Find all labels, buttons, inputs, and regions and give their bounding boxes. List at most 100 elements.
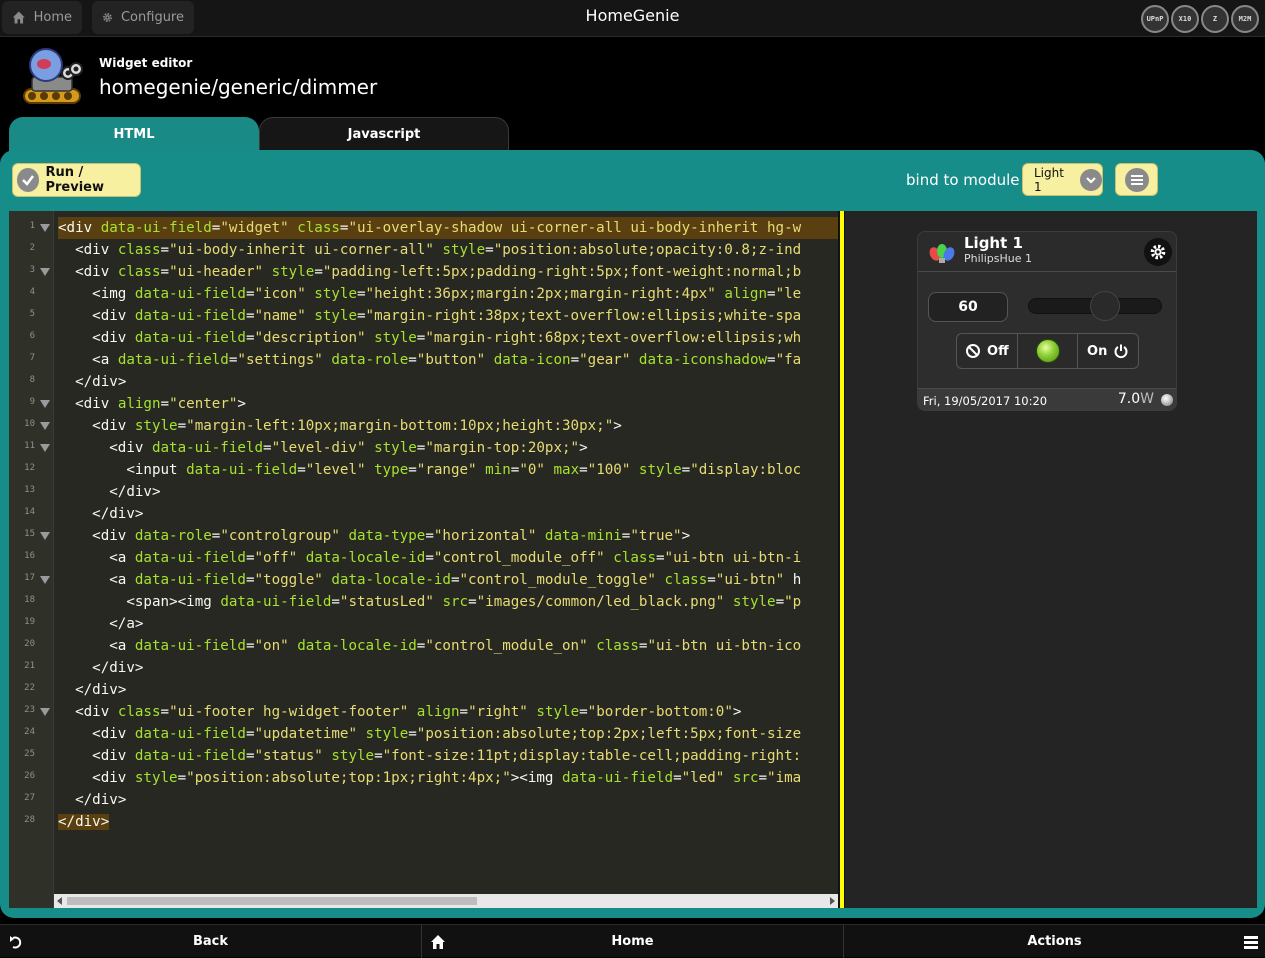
update-time: Fri, 19/05/2017 10:20: [923, 394, 1048, 408]
fold-toggle-icon[interactable]: [40, 268, 50, 276]
code-line[interactable]: <img data-ui-field="icon" style="height:…: [58, 283, 801, 305]
line-number: 1: [29, 221, 35, 231]
code-line[interactable]: <div align="center">: [58, 393, 246, 415]
line-number: 8: [29, 375, 35, 385]
line-number: 10: [24, 419, 35, 429]
on-button[interactable]: On: [1078, 334, 1138, 368]
back-label: Back: [192, 934, 229, 949]
bind-module-select[interactable]: Light 1: [1022, 163, 1103, 196]
off-button[interactable]: Off: [957, 334, 1018, 368]
upnp-logo[interactable]: UPnP: [1141, 5, 1169, 33]
line-number-gutter: 1 2 3 4 5 6 7 8 9 10 11 12 13 14 15 16 17 18 19 20 21 22 23 24 2…: [9, 211, 54, 908]
code-line[interactable]: <div data-ui-field="level-div" style="ma…: [58, 437, 587, 459]
check-icon: [17, 168, 40, 192]
line-number: 21: [24, 661, 35, 671]
line-number: 19: [24, 617, 35, 627]
menu-icon: [1124, 167, 1149, 192]
tab-html[interactable]: HTML: [9, 117, 259, 151]
fold-toggle-icon[interactable]: [40, 576, 50, 584]
tab-javascript[interactable]: Javascript: [259, 117, 509, 151]
scroll-left-icon[interactable]: [57, 897, 62, 905]
code-line[interactable]: </a>: [58, 613, 143, 635]
back-button[interactable]: Back: [0, 925, 422, 958]
code-line[interactable]: <div data-ui-field="widget" class="ui-ov…: [58, 217, 838, 239]
fold-toggle-icon[interactable]: [40, 532, 50, 540]
run-preview-button[interactable]: Run / Preview: [12, 163, 141, 197]
footer-led-icon: [1161, 394, 1173, 406]
line-number: 28: [24, 815, 35, 825]
actions-label: Actions: [1027, 934, 1082, 949]
horizontal-scrollbar[interactable]: [54, 894, 838, 908]
line-number: 3: [29, 265, 35, 275]
fold-toggle-icon[interactable]: [40, 708, 50, 716]
dimmer-widget: Light 1 PhilipsHue 1 60 Off On Fri, 19/0…: [917, 231, 1177, 411]
zwave-logo[interactable]: Z: [1201, 5, 1229, 33]
code-line[interactable]: </div>: [58, 679, 126, 701]
line-number: 2: [29, 243, 35, 253]
code-line[interactable]: <div class="ui-body-inherit ui-corner-al…: [58, 239, 801, 261]
line-number: 12: [24, 463, 35, 473]
m2m-logo[interactable]: M2M: [1231, 5, 1259, 33]
light-bulbs-icon: [929, 244, 955, 263]
code-line[interactable]: <div data-role="controlgroup" data-type=…: [58, 525, 690, 547]
split-handle-bar[interactable]: [840, 211, 844, 908]
split-handle[interactable]: [838, 211, 845, 908]
code-editor[interactable]: 1 2 3 4 5 6 7 8 9 10 11 12 13 14 15 16 17 18 19 20 21 22 23 24 2…: [9, 211, 838, 908]
level-slider-handle[interactable]: [1090, 291, 1121, 321]
code-line[interactable]: <div class="ui-header" style="padding-le…: [58, 261, 801, 283]
widget-settings-button[interactable]: [1144, 238, 1172, 266]
code-line[interactable]: <input data-ui-field="level" type="range…: [58, 459, 801, 481]
code-line[interactable]: <div data-ui-field="updatetime" style="p…: [58, 723, 801, 745]
line-number: 17: [24, 573, 35, 583]
toggle-button[interactable]: [1018, 334, 1079, 368]
line-number: 25: [24, 749, 35, 759]
line-number: 22: [24, 683, 35, 693]
code-line[interactable]: <div class="ui-footer hg-widget-footer" …: [58, 701, 741, 723]
code-line[interactable]: <span><img data-ui-field="statusLed" src…: [58, 591, 801, 613]
bind-module-value: Light 1: [1034, 165, 1064, 194]
fold-toggle-icon[interactable]: [40, 444, 50, 452]
power-status: 7.0W: [1118, 391, 1154, 407]
page-subtitle: Widget editor: [99, 56, 193, 70]
code-line[interactable]: <a data-ui-field="on" data-locale-id="co…: [58, 635, 801, 657]
protocol-logos: UPnP X10 Z M2M: [1141, 5, 1259, 33]
app-title: HomeGenie: [585, 6, 680, 25]
code-line[interactable]: <div style="position:absolute;top:1px;ri…: [58, 767, 801, 789]
code-line[interactable]: <a data-ui-field="toggle" data-locale-id…: [58, 569, 801, 591]
back-arrow-icon: [10, 936, 22, 949]
options-menu-button[interactable]: [1115, 163, 1158, 196]
code-line[interactable]: </div>: [58, 811, 110, 833]
homegenie-robot-logo: [23, 48, 83, 104]
actions-button[interactable]: Actions: [844, 925, 1265, 958]
code-line[interactable]: <a data-ui-field="off" data-locale-id="c…: [58, 547, 801, 569]
code-line[interactable]: <div data-ui-field="status" style="font-…: [58, 745, 801, 767]
code-line[interactable]: </div>: [58, 481, 160, 503]
fold-toggle-icon[interactable]: [40, 400, 50, 408]
gear-icon: [1150, 244, 1166, 260]
home-bottom-button[interactable]: Home: [422, 925, 844, 958]
line-number: 23: [24, 705, 35, 715]
line-number: 14: [24, 507, 35, 517]
code-line[interactable]: <div data-ui-field="description" style="…: [58, 327, 801, 349]
bind-module-label: bind to module: [906, 171, 1020, 189]
actions-menu-icon: [1244, 936, 1258, 949]
scroll-right-icon[interactable]: [830, 897, 835, 905]
x10-logo[interactable]: X10: [1171, 5, 1199, 33]
bottom-nav-bar: Back Home Actions: [0, 924, 1265, 958]
run-preview-label: Run / Preview: [45, 165, 104, 195]
code-line[interactable]: <div style="margin-left:10px;margin-bott…: [58, 415, 622, 437]
level-value-field[interactable]: 60: [928, 292, 1008, 322]
top-bar: Home Configure HomeGenie UPnP X10 Z M2M: [0, 0, 1265, 37]
code-line[interactable]: <a data-ui-field="settings" data-role="b…: [58, 349, 801, 371]
widget-footer: Fri, 19/05/2017 10:20 7.0W: [918, 388, 1176, 410]
fold-toggle-icon[interactable]: [40, 422, 50, 430]
fold-toggle-icon[interactable]: [40, 224, 50, 232]
code-line[interactable]: </div>: [58, 371, 126, 393]
code-line[interactable]: </div>: [58, 657, 143, 679]
scrollbar-thumb[interactable]: [67, 897, 477, 905]
widget-header: Light 1 PhilipsHue 1: [918, 232, 1176, 272]
code-line[interactable]: </div>: [58, 503, 143, 525]
line-number: 16: [24, 551, 35, 561]
code-line[interactable]: <div data-ui-field="name" style="margin-…: [58, 305, 801, 327]
code-line[interactable]: </div>: [58, 789, 126, 811]
